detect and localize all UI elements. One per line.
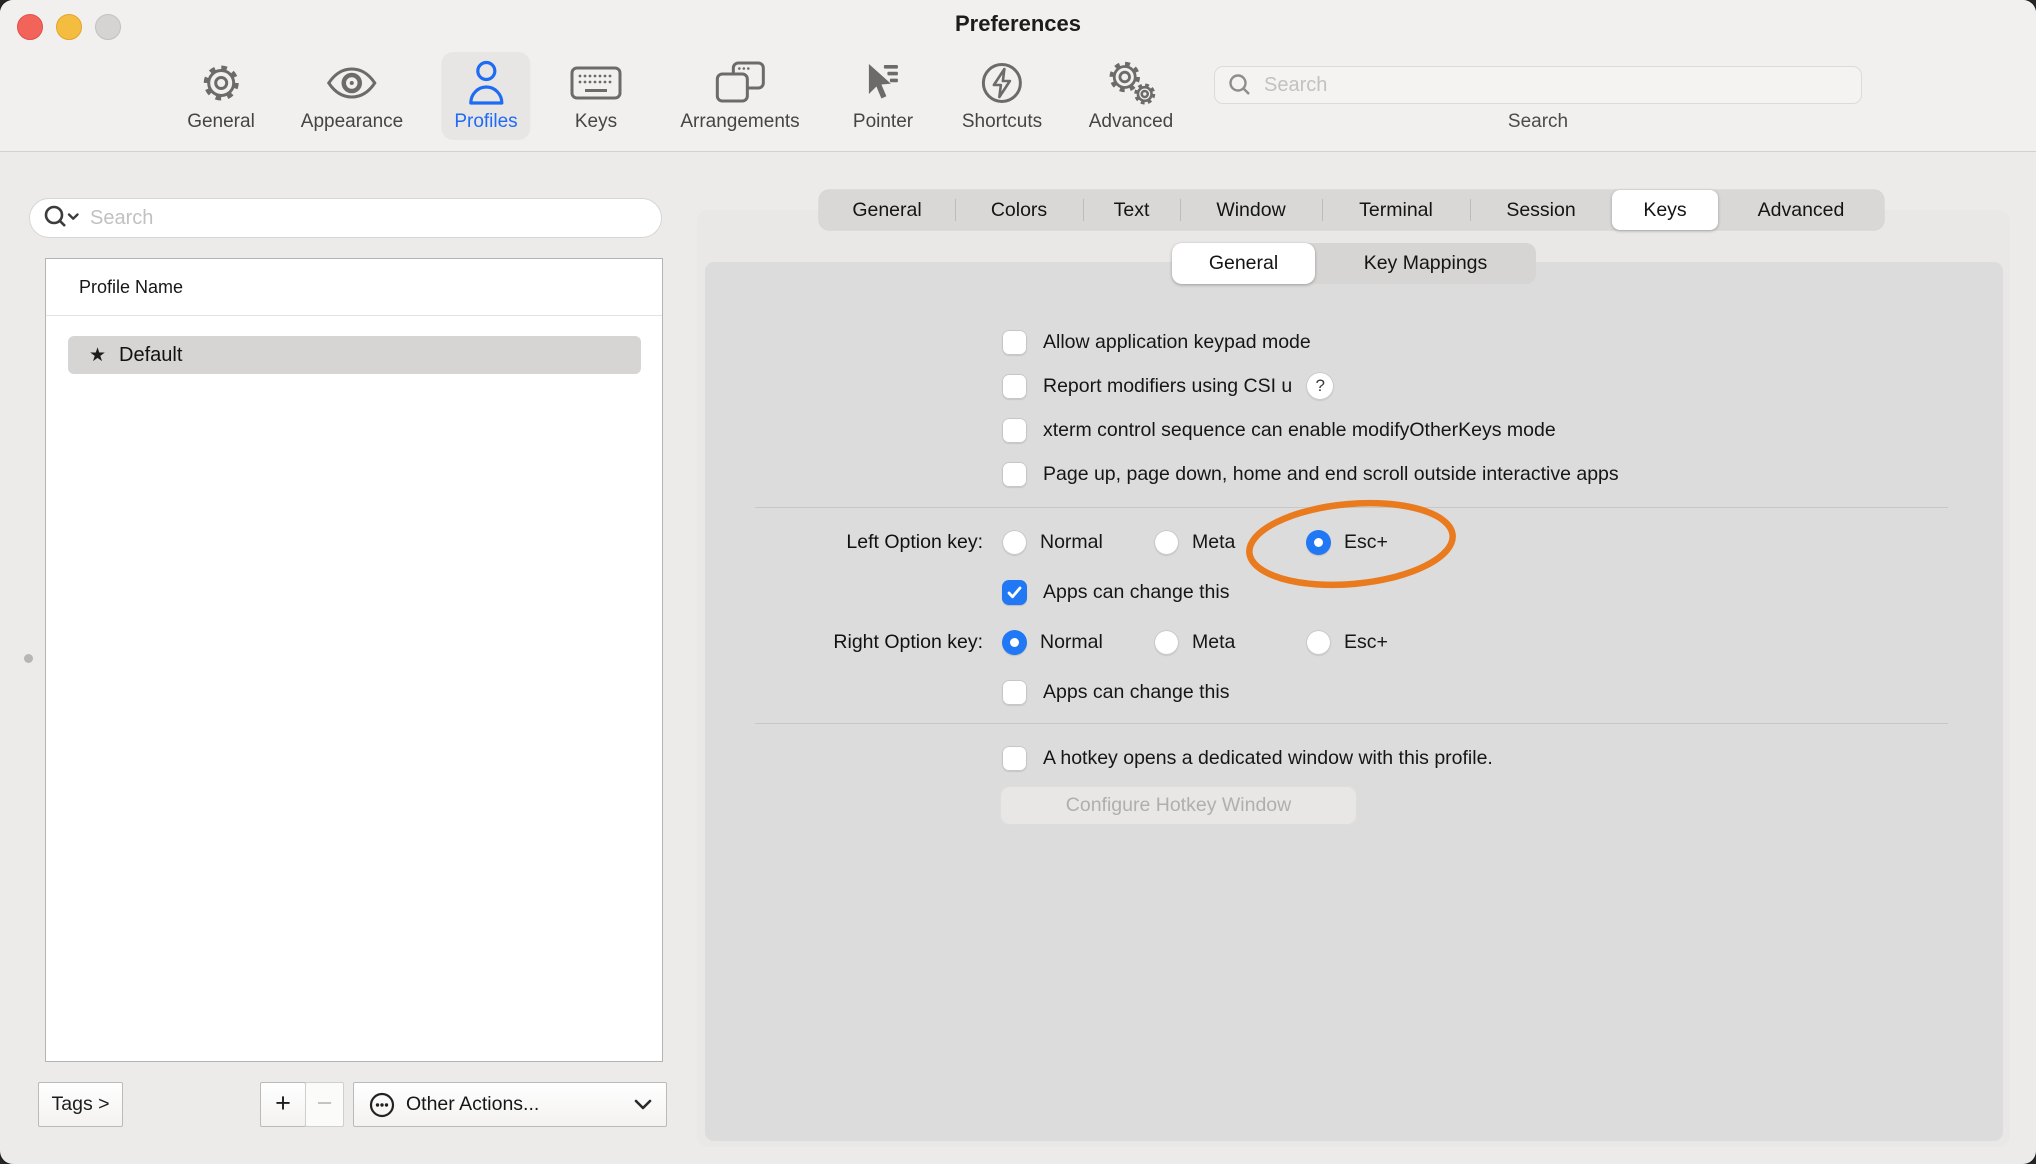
person-icon xyxy=(466,56,506,110)
tab-window[interactable]: Window xyxy=(1180,190,1322,230)
checkbox-label: Allow application keypad mode xyxy=(1043,331,1311,354)
left-option-esc: Esc+ xyxy=(1306,522,1388,562)
subtab-key-mappings[interactable]: Key Mappings xyxy=(1315,243,1536,284)
tab-colors[interactable]: Colors xyxy=(955,190,1083,230)
checkbox-page-scroll-outside[interactable] xyxy=(1002,462,1027,487)
keys-general-panel xyxy=(705,262,2003,1141)
tab-text[interactable]: Text xyxy=(1083,190,1180,230)
tab-general[interactable]: General xyxy=(819,190,955,230)
tags-button[interactable]: Tags > xyxy=(38,1082,123,1127)
divider xyxy=(755,723,1948,724)
right-option-esc: Esc+ xyxy=(1306,622,1388,662)
bolt-icon xyxy=(979,56,1025,110)
checkbox-left-apps-change-checked[interactable] xyxy=(1002,580,1027,605)
profile-list-header: Profile Name xyxy=(46,259,662,316)
radio-left-meta[interactable] xyxy=(1154,530,1179,555)
tab-advanced[interactable]: Advanced xyxy=(1718,190,1884,230)
row-modify-other-keys: xterm control sequence can enable modify… xyxy=(1002,410,1556,450)
toolbar-item-keys[interactable]: Keys xyxy=(557,52,635,140)
toolbar-item-general[interactable]: General xyxy=(174,52,268,140)
search-icon xyxy=(1227,72,1253,98)
profile-list: Profile Name ★ Default xyxy=(45,258,663,1062)
toolbar-search-input[interactable] xyxy=(1262,73,1849,98)
subtab-general[interactable]: General xyxy=(1172,243,1315,284)
checkbox-allow-keypad-mode[interactable] xyxy=(1002,330,1027,355)
tab-session[interactable]: Session xyxy=(1470,190,1612,230)
row-left-apps-change: Apps can change this xyxy=(1002,572,1229,612)
row-right-apps-change: Apps can change this xyxy=(1002,672,1229,712)
row-hotkey-window: A hotkey opens a dedicated window with t… xyxy=(1002,738,1493,778)
radio-right-esc[interactable] xyxy=(1306,630,1331,655)
divider xyxy=(755,507,1948,508)
left-option-normal: Normal xyxy=(1002,522,1103,562)
toolbar-item-pointer[interactable]: Pointer xyxy=(840,52,926,140)
profile-row-default[interactable]: ★ Default xyxy=(68,336,641,374)
radio-right-normal-selected[interactable] xyxy=(1002,630,1027,655)
toolbar-search-caption: Search xyxy=(1214,111,1862,133)
checkbox-hotkey-window[interactable] xyxy=(1002,746,1027,771)
tab-keys[interactable]: Keys xyxy=(1612,190,1718,230)
row-keypad-mode: Allow application keypad mode xyxy=(1002,322,1311,362)
remove-profile-button[interactable]: − xyxy=(305,1082,344,1127)
chevron-down-icon xyxy=(634,1099,652,1110)
row-page-scroll: Page up, page down, home and end scroll … xyxy=(1002,454,1619,494)
help-button[interactable]: ? xyxy=(1306,372,1334,400)
keys-subtab-bar: General Key Mappings xyxy=(1172,243,1536,284)
row-csi-u: Report modifiers using CSI u ? xyxy=(1002,366,1334,406)
checkbox-right-apps-change[interactable] xyxy=(1002,680,1027,705)
checkbox-label: Report modifiers using CSI u xyxy=(1043,375,1292,398)
gears-icon xyxy=(1103,56,1159,110)
checkbox-report-csi-u[interactable] xyxy=(1002,374,1027,399)
radio-left-normal[interactable] xyxy=(1002,530,1027,555)
star-icon: ★ xyxy=(89,344,106,367)
profile-search-input[interactable] xyxy=(88,206,653,231)
toolbar-search-field[interactable] xyxy=(1214,66,1862,104)
toolbar: Preferences General Appearance xyxy=(0,0,2036,152)
circle-ellipsis-icon xyxy=(368,1091,396,1119)
left-option-meta: Meta xyxy=(1154,522,1235,562)
toolbar-item-advanced[interactable]: Advanced xyxy=(1076,52,1187,140)
radio-right-meta[interactable] xyxy=(1154,630,1179,655)
toolbar-item-appearance[interactable]: Appearance xyxy=(288,52,416,140)
right-option-meta: Meta xyxy=(1154,622,1235,662)
tab-terminal[interactable]: Terminal xyxy=(1322,190,1470,230)
add-profile-button[interactable]: + xyxy=(260,1082,306,1127)
profile-tab-bar: General Colors Text Window Terminal Sess… xyxy=(819,190,1884,230)
other-actions-dropdown[interactable]: Other Actions... xyxy=(353,1082,667,1127)
toolbar-item-shortcuts[interactable]: Shortcuts xyxy=(949,52,1055,140)
checkbox-label: xterm control sequence can enable modify… xyxy=(1043,419,1556,442)
right-option-key-label: Right Option key: xyxy=(688,622,983,662)
left-option-key-label: Left Option key: xyxy=(688,522,983,562)
cursor-icon xyxy=(860,56,906,110)
profile-name: Default xyxy=(119,344,182,367)
window-title: Preferences xyxy=(0,11,2036,37)
radio-left-esc-selected[interactable] xyxy=(1306,530,1331,555)
preferences-window: Preferences General Appearance xyxy=(0,0,2036,1164)
splitter-handle[interactable] xyxy=(24,654,33,663)
toolbar-item-arrangements[interactable]: Arrangements xyxy=(667,52,812,140)
checkbox-label: Page up, page down, home and end scroll … xyxy=(1043,463,1619,486)
toolbar-item-profiles[interactable]: Profiles xyxy=(441,52,530,140)
keyboard-icon xyxy=(570,56,622,110)
configure-hotkey-window-button[interactable]: Configure Hotkey Window xyxy=(1000,786,1357,825)
right-option-normal: Normal xyxy=(1002,622,1103,662)
search-with-options-icon xyxy=(42,204,82,232)
eye-icon xyxy=(326,56,378,110)
profile-search-field[interactable] xyxy=(29,198,662,238)
windows-icon xyxy=(713,56,767,110)
checkbox-modify-other-keys[interactable] xyxy=(1002,418,1027,443)
gear-icon xyxy=(199,56,243,110)
